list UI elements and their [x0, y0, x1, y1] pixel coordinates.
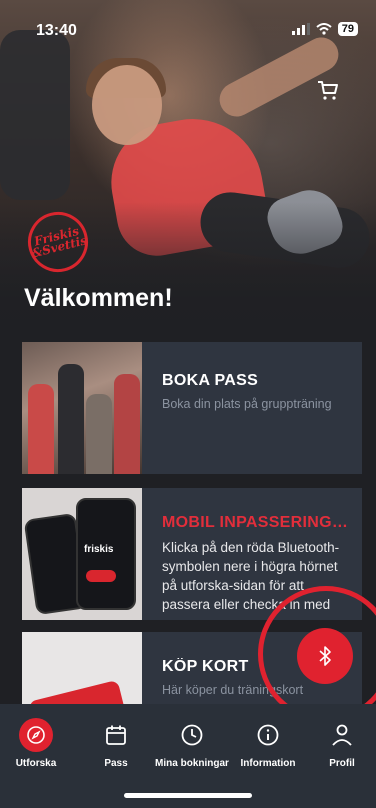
- calendar-icon: [106, 725, 126, 745]
- tab-profil[interactable]: Profil: [302, 720, 376, 769]
- compass-icon: [27, 726, 45, 744]
- hero-arm: [213, 31, 345, 123]
- tab-label: Utforska: [15, 758, 57, 769]
- tab-label: Information: [240, 758, 296, 769]
- bluetooth-button[interactable]: [297, 628, 353, 684]
- battery-badge: 79: [337, 22, 358, 36]
- clock-icon: [181, 724, 203, 746]
- status-time: 13:40: [36, 22, 77, 39]
- home-indicator: [124, 793, 252, 798]
- tab-label: Profil: [329, 758, 355, 769]
- bluetooth-icon: [319, 646, 331, 666]
- phone-brand-text: friskis: [84, 544, 114, 555]
- card-subtitle: Boka din plats på gruppträning: [162, 397, 332, 411]
- tab-information[interactable]: Information: [228, 720, 308, 769]
- tab-pass[interactable]: Pass: [76, 720, 156, 769]
- card-boka-pass[interactable]: BOKA PASS Boka din plats på gruppträning: [22, 342, 362, 474]
- signal-icon: [291, 23, 310, 35]
- cart-icon[interactable]: [316, 78, 340, 102]
- hero-person-bg: [0, 30, 70, 200]
- tab-utforska[interactable]: Utforska: [0, 718, 76, 769]
- card-image-group-training: [22, 342, 142, 474]
- tab-label: Mina bokningar: [155, 758, 229, 769]
- status-icons: 79: [291, 22, 358, 36]
- card-title: MOBIL INPASSERING/...: [162, 514, 348, 531]
- wifi-icon: [316, 23, 332, 35]
- card-image-phones: friskis: [22, 488, 142, 620]
- info-icon: [257, 724, 279, 746]
- hero-head: [92, 65, 162, 145]
- welcome-title: Välkommen!: [24, 284, 173, 312]
- person-icon: [332, 724, 352, 746]
- card-title: BOKA PASS: [162, 372, 259, 389]
- tab-mina-bokningar[interactable]: Mina bokningar: [152, 720, 232, 769]
- tab-label: Pass: [104, 758, 128, 769]
